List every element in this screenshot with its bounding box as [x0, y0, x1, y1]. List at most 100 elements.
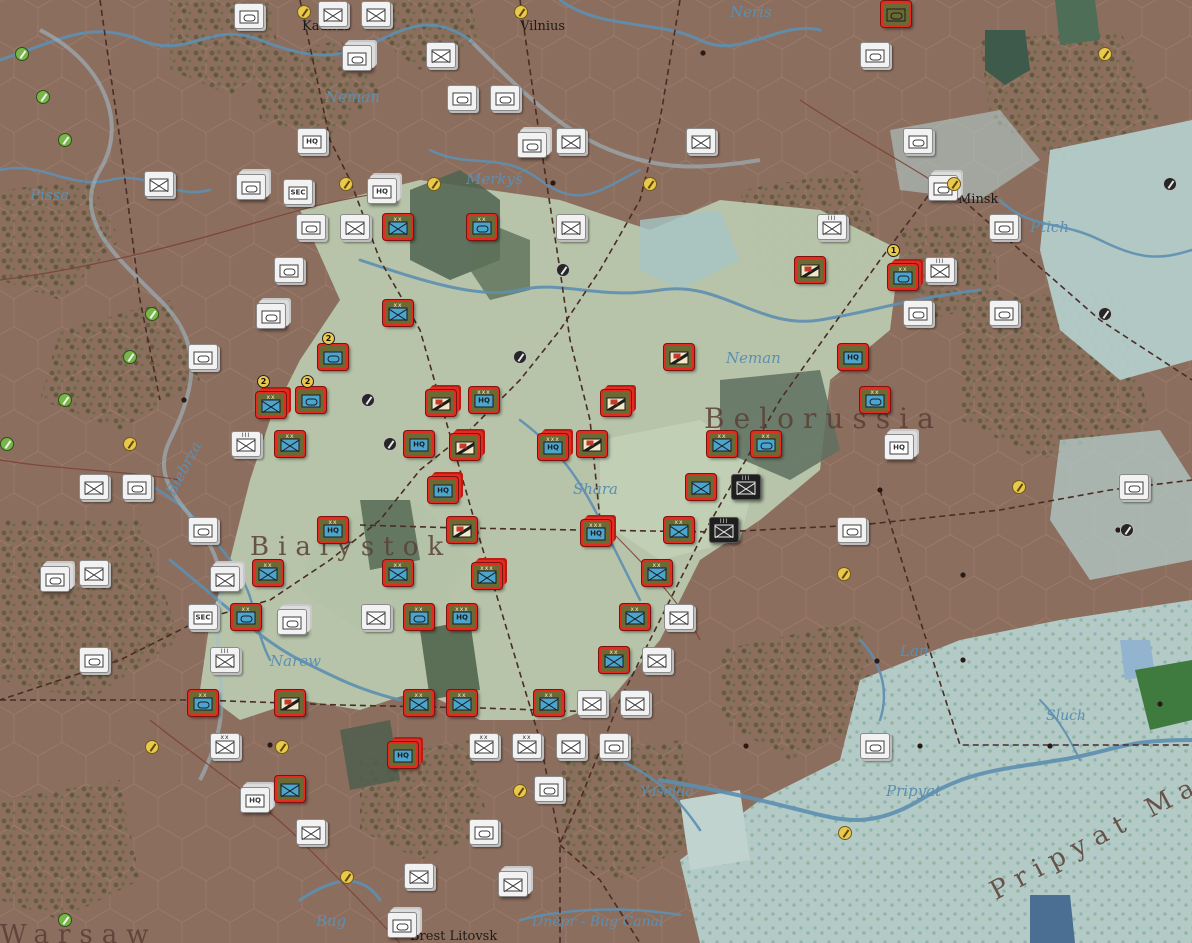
soviet-infantry-unit[interactable]	[361, 604, 391, 630]
supply-marker[interactable]	[15, 47, 29, 61]
german-infantry-stack[interactable]: xx	[256, 392, 286, 418]
german-engineer-unit[interactable]	[296, 387, 326, 413]
soviet-infantry-unit[interactable]	[642, 647, 672, 673]
airbase-marker[interactable]	[145, 740, 159, 754]
soviet-infantry-unit[interactable]	[79, 474, 109, 500]
soviet-armor-stack[interactable]	[342, 45, 372, 71]
supply-marker[interactable]	[58, 913, 72, 927]
soviet-hq-stack[interactable]: HQ	[240, 787, 270, 813]
german-armor-division[interactable]: xx	[751, 431, 781, 457]
soviet-infantry-regiment[interactable]: III	[231, 431, 261, 457]
german-hq-corps[interactable]: xxx HQ	[447, 604, 477, 630]
soviet-armor-unit[interactable]	[534, 776, 564, 802]
german-mech-infantry-division[interactable]: xx	[447, 690, 477, 716]
soviet-armor-unit[interactable]	[447, 85, 477, 111]
soviet-armor-unit[interactable]	[490, 85, 520, 111]
german-infantry-division[interactable]: xx	[383, 300, 413, 326]
airbase-marker[interactable]	[947, 177, 961, 191]
soviet-infantry-division[interactable]: xx	[469, 733, 499, 759]
soviet-armor-unit[interactable]	[837, 517, 867, 543]
airbase-marker[interactable]	[340, 870, 354, 884]
supply-marker[interactable]	[123, 350, 137, 364]
german-air-unit[interactable]	[275, 690, 305, 716]
german-armor-division[interactable]: xx	[404, 604, 434, 630]
german-air-stack[interactable]	[450, 434, 480, 460]
german-infantry-unit[interactable]	[686, 474, 716, 500]
german-air-unit[interactable]	[795, 257, 825, 283]
german-mech-infantry-division[interactable]: xx	[534, 690, 564, 716]
soviet-infantry-unit[interactable]	[318, 1, 348, 27]
german-infantry-division[interactable]: xx	[383, 560, 413, 586]
soviet-armor-unit[interactable]	[860, 42, 890, 68]
soviet-infantry-regiment[interactable]: III	[817, 214, 847, 240]
soviet-infantry-unit[interactable]	[556, 733, 586, 759]
airbase-marker[interactable]	[837, 567, 851, 581]
airbase-marker[interactable]	[643, 177, 657, 191]
soviet-infantry-unit[interactable]	[144, 171, 174, 197]
german-air-unit[interactable]	[664, 344, 694, 370]
airbase-marker[interactable]	[1012, 480, 1026, 494]
depot-marker[interactable]	[361, 393, 375, 407]
airbase-marker[interactable]	[297, 5, 311, 19]
airbase-marker[interactable]	[339, 177, 353, 191]
german-mech-infantry-division[interactable]: xx	[383, 214, 413, 240]
german-armor-division[interactable]: xx	[467, 214, 497, 240]
soviet-disrupted-regiment[interactable]: III	[731, 474, 761, 500]
soviet-armor-unit[interactable]	[234, 3, 264, 29]
soviet-disrupted-regiment[interactable]: III	[709, 517, 739, 543]
soviet-security-unit[interactable]: SEC	[188, 604, 218, 630]
soviet-infantry-division[interactable]: xx	[210, 733, 240, 759]
german-infantry-division[interactable]: xx	[275, 431, 305, 457]
soviet-infantry-regiment[interactable]: III	[925, 257, 955, 283]
german-armor-division[interactable]: xx	[231, 604, 261, 630]
soviet-armor-unit[interactable]	[296, 214, 326, 240]
soviet-armor-stack[interactable]	[387, 912, 417, 938]
soviet-armor-unit[interactable]	[79, 647, 109, 673]
soviet-hq-stack[interactable]: HQ	[884, 434, 914, 460]
soviet-infantry-unit[interactable]	[79, 560, 109, 586]
airbase-marker[interactable]	[514, 5, 528, 19]
depot-marker[interactable]	[513, 350, 527, 364]
airbase-marker[interactable]	[275, 740, 289, 754]
german-infantry-division[interactable]: xx	[620, 604, 650, 630]
soviet-armor-unit[interactable]	[188, 344, 218, 370]
german-infantry-division[interactable]: xx	[664, 517, 694, 543]
german-air-stack[interactable]	[601, 390, 631, 416]
german-hq-stack[interactable]: xxx HQ	[581, 520, 611, 546]
soviet-hq-unit[interactable]: HQ	[297, 128, 327, 154]
german-infantry-division[interactable]: xx	[404, 690, 434, 716]
soviet-infantry-stack[interactable]	[210, 566, 240, 592]
german-air-unit[interactable]	[577, 431, 607, 457]
soviet-armor-stack[interactable]	[40, 566, 70, 592]
airbase-marker[interactable]	[123, 437, 137, 451]
soviet-infantry-stack[interactable]	[498, 871, 528, 897]
depot-marker[interactable]	[383, 437, 397, 451]
supply-marker[interactable]	[145, 307, 159, 321]
soviet-infantry-unit[interactable]	[361, 1, 391, 27]
german-armor-division[interactable]: xx	[188, 690, 218, 716]
soviet-armor-unit[interactable]	[860, 733, 890, 759]
german-mech-infantry-division[interactable]: xx	[642, 560, 672, 586]
german-hq-unit[interactable]: HQ	[404, 431, 434, 457]
german-infantry-division[interactable]: xx	[707, 431, 737, 457]
soviet-infantry-unit[interactable]	[556, 128, 586, 154]
depot-marker[interactable]	[556, 263, 570, 277]
german-hq-stack[interactable]: HQ	[388, 742, 418, 768]
supply-marker[interactable]	[58, 133, 72, 147]
soviet-infantry-unit[interactable]	[686, 128, 716, 154]
soviet-armor-unit[interactable]	[469, 819, 499, 845]
depot-marker[interactable]	[1098, 307, 1112, 321]
airbase-marker[interactable]	[427, 177, 441, 191]
airbase-marker[interactable]	[513, 784, 527, 798]
soviet-infantry-unit[interactable]	[404, 863, 434, 889]
german-mech-infantry-division[interactable]: xx	[253, 560, 283, 586]
soviet-infantry-regiment[interactable]: III	[210, 647, 240, 673]
soviet-infantry-division[interactable]: xx	[512, 733, 542, 759]
soviet-armor-unit[interactable]	[989, 300, 1019, 326]
soviet-infantry-unit[interactable]	[426, 42, 456, 68]
depot-marker[interactable]	[1120, 523, 1134, 537]
german-mech-infantry-unit[interactable]	[275, 776, 305, 802]
german-armor-division[interactable]: xx	[860, 387, 890, 413]
soviet-armor-stack[interactable]	[236, 174, 266, 200]
german-armor-unit[interactable]	[881, 1, 911, 27]
